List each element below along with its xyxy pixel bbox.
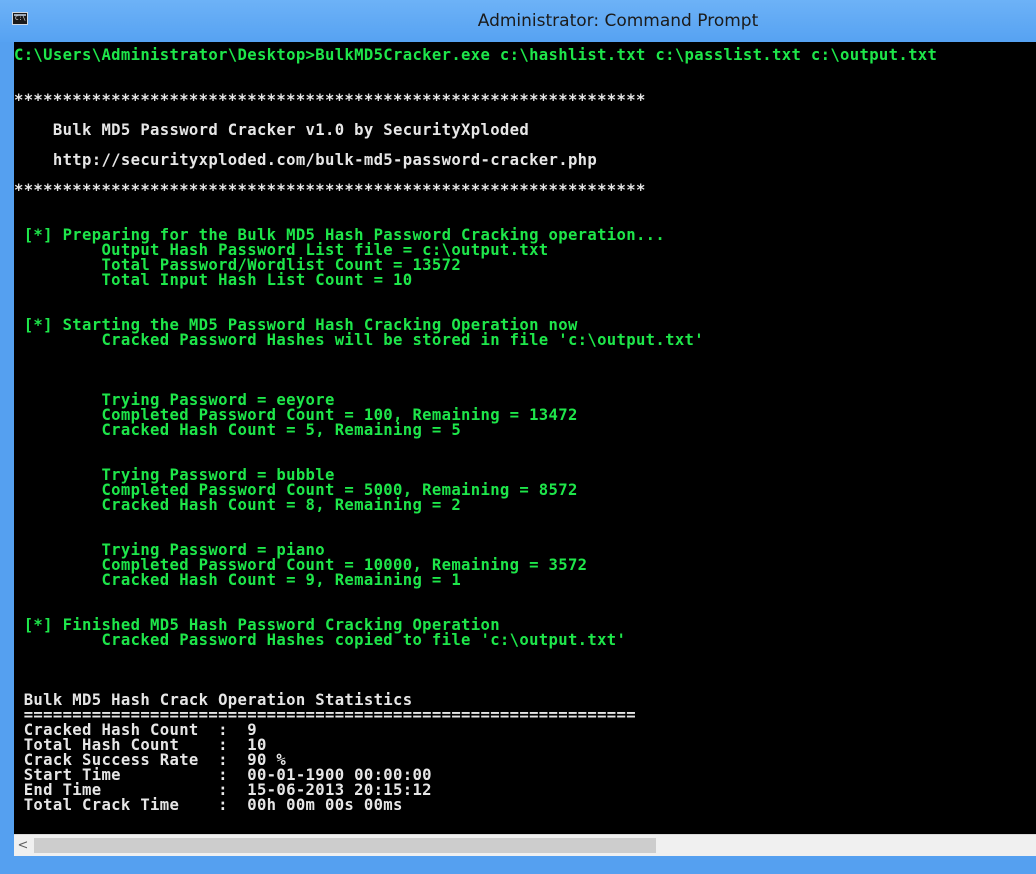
- scroll-left-arrow-icon[interactable]: <: [14, 835, 32, 856]
- console-line: Cracked Hash Count = 9, Remaining = 1: [14, 571, 462, 589]
- horizontal-scrollbar[interactable]: <: [14, 834, 1036, 856]
- console-line: Total Input Hash List Count = 10: [14, 271, 413, 289]
- command-line: C:\Users\Administrator\Desktop>BulkMD5Cr…: [14, 46, 938, 64]
- console-line: ****************************************…: [14, 91, 646, 109]
- scrollbar-thumb[interactable]: [34, 838, 656, 853]
- console-line: http://securityxploded.com/bulk-md5-pass…: [14, 151, 598, 169]
- console-output-area[interactable]: C:\Users\Administrator\Desktop>BulkMD5Cr…: [14, 42, 1036, 834]
- console-line: Cracked Password Hashes will be stored i…: [14, 331, 704, 349]
- console-line: Cracked Password Hashes copied to file '…: [14, 631, 627, 649]
- console-line: ****************************************…: [14, 181, 646, 199]
- console-line: Cracked Hash Count = 5, Remaining = 5: [14, 421, 462, 439]
- window-bottom-border: [0, 856, 1036, 874]
- command-prompt-window: Administrator: Command Prompt C:\Users\A…: [0, 0, 1036, 874]
- console-line: Bulk MD5 Password Cracker v1.0 by Securi…: [14, 121, 530, 139]
- console-line: Cracked Hash Count = 8, Remaining = 2: [14, 496, 462, 514]
- title-bar[interactable]: Administrator: Command Prompt: [0, 0, 1036, 42]
- console-line: Total Crack Time : 00h 00m 00s 00ms: [14, 796, 403, 814]
- window-title: Administrator: Command Prompt: [477, 11, 759, 31]
- console-text: C:\Users\Administrator\Desktop>BulkMD5Cr…: [14, 46, 938, 814]
